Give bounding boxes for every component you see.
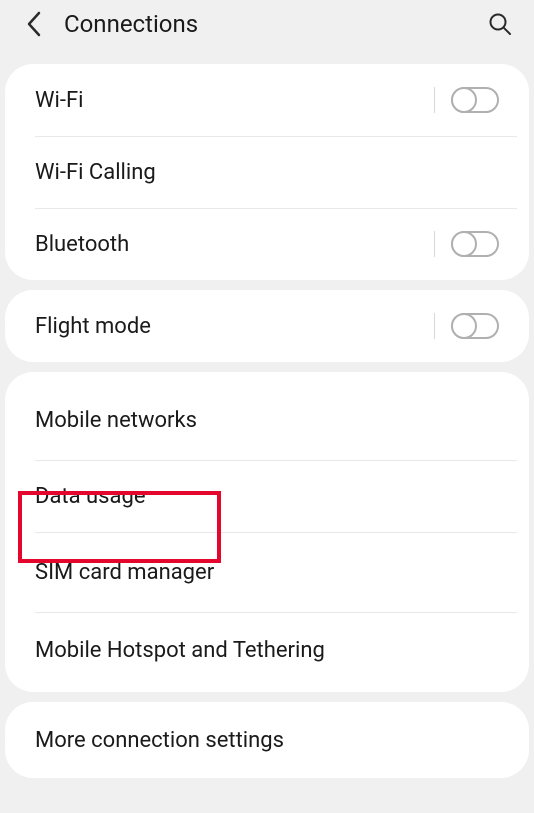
bluetooth-toggle[interactable] — [451, 231, 499, 257]
toggle-wrap — [434, 231, 499, 257]
chevron-left-icon — [25, 10, 43, 38]
row-label: Wi-Fi Calling — [35, 160, 499, 185]
settings-group: Flight mode — [5, 290, 529, 362]
header: Connections — [0, 0, 534, 54]
settings-group: More connection settings — [5, 702, 529, 778]
row-label: Mobile Hotspot and Tethering — [35, 638, 499, 663]
page-title: Connections — [64, 10, 484, 38]
toggle-divider — [434, 87, 435, 113]
row-mobile-networks[interactable]: Mobile networks — [5, 380, 529, 460]
row-label: Bluetooth — [35, 232, 434, 257]
flight-mode-toggle[interactable] — [451, 313, 499, 339]
toggle-divider — [434, 313, 435, 339]
toggle-divider — [434, 231, 435, 257]
toggle-wrap — [434, 87, 499, 113]
settings-group: Wi-Fi Wi-Fi Calling Bluetooth — [5, 64, 529, 280]
row-flight-mode[interactable]: Flight mode — [5, 290, 529, 362]
row-label: Wi-Fi — [35, 88, 434, 113]
row-label: SIM card manager — [35, 560, 499, 585]
row-wifi[interactable]: Wi-Fi — [5, 64, 529, 136]
search-button[interactable] — [484, 8, 516, 40]
row-sim-card-manager[interactable]: SIM card manager — [5, 532, 529, 612]
row-data-usage[interactable]: Data usage — [5, 460, 529, 532]
row-label: Mobile networks — [35, 408, 499, 433]
toggle-wrap — [434, 313, 499, 339]
settings-group: Mobile networks Data usage SIM card mana… — [5, 372, 529, 692]
row-label: Flight mode — [35, 314, 434, 339]
search-icon — [488, 12, 512, 36]
back-button[interactable] — [18, 8, 50, 40]
row-more-connection-settings[interactable]: More connection settings — [5, 702, 529, 778]
row-bluetooth[interactable]: Bluetooth — [5, 208, 529, 280]
row-label: Data usage — [35, 484, 499, 509]
row-wifi-calling[interactable]: Wi-Fi Calling — [5, 136, 529, 208]
row-hotspot-tethering[interactable]: Mobile Hotspot and Tethering — [5, 612, 529, 688]
wifi-toggle[interactable] — [451, 87, 499, 113]
row-label: More connection settings — [35, 728, 499, 753]
